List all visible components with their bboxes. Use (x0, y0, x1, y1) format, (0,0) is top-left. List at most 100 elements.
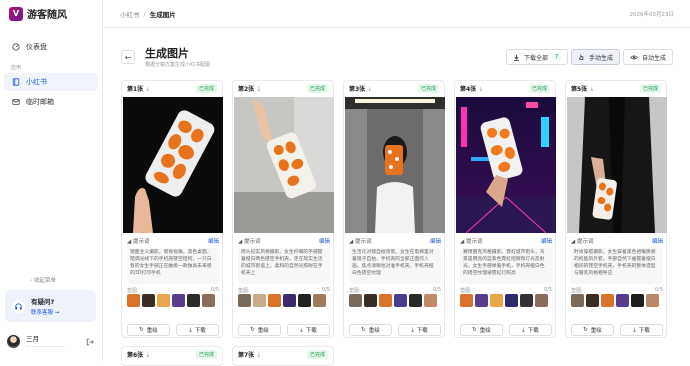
generated-image[interactable] (456, 97, 556, 233)
sidebar-item-temp-email[interactable]: 临时邮箱 (4, 93, 98, 111)
reference-thumbnail[interactable] (172, 294, 185, 307)
edit-prompt-button[interactable]: 编辑 (541, 237, 552, 245)
card-title: 第6张 ↓ (127, 352, 151, 359)
status-badge: 已完成 (195, 350, 217, 359)
reference-thumbnail[interactable] (268, 294, 281, 307)
reference-count: 0/5 (432, 287, 441, 293)
reference-thumbnail[interactable] (379, 294, 392, 307)
generated-image[interactable] (234, 97, 334, 233)
prompt-header: ◢ 提示词 编辑 (238, 237, 330, 245)
edit-prompt-button[interactable]: 编辑 (652, 237, 663, 245)
reference-thumbnail[interactable] (601, 294, 614, 307)
reference-thumbnail[interactable] (475, 294, 488, 307)
reference-thumbnail[interactable] (313, 294, 326, 307)
reference-header: 垫图: 0/5 (349, 287, 441, 294)
download-button[interactable]: ⤓ 下载 (620, 324, 663, 336)
reference-thumbnail[interactable] (520, 294, 533, 307)
page-title: 生成图片 (145, 47, 189, 60)
reference-thumbnail[interactable] (424, 294, 437, 307)
card-title: 第2张 ↓ (238, 86, 262, 93)
image-card: 第2张 ↓ 已完成 ◢ 提示词 编辑 街头纪实风格摄影。女生纤细的手部握着橙白两… (232, 80, 334, 338)
regenerate-button[interactable]: ↻ 重绘 (571, 324, 614, 336)
download-all-button[interactable]: 下载全部 7 (506, 49, 569, 65)
prompt-label: ◢ 提示词 (238, 239, 261, 245)
edit-prompt-button[interactable]: 编辑 (208, 237, 219, 245)
hand-pointer-icon (578, 54, 584, 60)
download-icon: ⤓ (411, 326, 414, 333)
logout-icon[interactable] (86, 338, 94, 346)
status-badge: 已完成 (639, 84, 661, 93)
topbar: 小红书 / 生成图片 2026年03月23日 (104, 0, 690, 28)
sidebar-section-label: 应用 (11, 65, 22, 71)
arrow-left-icon: ← (124, 52, 132, 62)
prompt-text: 赛博朋克风格摄影。霓虹城市街头，背景是明亮的蓝紫色霓虹招牌和灯光反射光，女生手部… (460, 248, 552, 284)
card-title: 第7张 ↓ (238, 352, 262, 359)
reference-thumbnail[interactable] (460, 294, 473, 307)
sidebar-item-xiaohongshu[interactable]: 小红书 (4, 73, 98, 91)
card-title: 第3张 ↓ (349, 86, 373, 93)
reference-thumbnail[interactable] (571, 294, 584, 307)
download-button[interactable]: ⤓ 下载 (287, 324, 330, 336)
regenerate-label: 重绘 (368, 328, 380, 334)
headset-icon (12, 299, 25, 313)
prompt-label: ◢ 提示词 (571, 239, 594, 245)
reference-thumbnail[interactable] (535, 294, 548, 307)
reference-count: 0/5 (321, 287, 330, 293)
prompt-label: ◢ 提示词 (460, 239, 483, 245)
download-icon: ⤓ (633, 326, 636, 333)
help-box[interactable]: 有疑问? 联系客服 → (5, 290, 96, 322)
reference-thumbnail[interactable] (505, 294, 518, 307)
download-button[interactable]: ⤓ 下载 (509, 324, 552, 336)
contact-support-link[interactable]: 联系客服 → (31, 308, 59, 316)
reference-thumbnail[interactable] (586, 294, 599, 307)
avatar (7, 335, 20, 348)
edit-prompt-button[interactable]: 编辑 (319, 237, 330, 245)
reference-thumbnail[interactable] (646, 294, 659, 307)
help-title: 有疑问? (31, 298, 55, 306)
download-icon: ⤓ (300, 326, 303, 333)
reference-thumbnail[interactable] (616, 294, 629, 307)
breadcrumb-xiaohongshu[interactable]: 小红书 (120, 9, 140, 19)
reference-thumbnail[interactable] (202, 294, 215, 307)
reference-thumbnails (571, 294, 659, 307)
reference-thumbnail[interactable] (142, 294, 155, 307)
generated-image[interactable] (123, 97, 223, 233)
dashboard-icon (12, 43, 20, 51)
card-title: 第5张 ↓ (571, 86, 595, 93)
prompt-text: 生活化对镜自拍场景。女生在电梯里对着镜子自拍，手机壳的全部正面均入画，焦点清晰地… (349, 248, 441, 284)
manual-generate-button[interactable]: 手动生成 (571, 49, 621, 65)
reference-thumbnail[interactable] (364, 294, 377, 307)
reference-thumbnail[interactable] (394, 294, 407, 307)
reference-thumbnails (460, 294, 548, 307)
collapse-menu-button[interactable]: ‹ 收起菜单 (30, 276, 56, 284)
breadcrumb: 小红书 / 生成图片 (104, 9, 176, 19)
download-button[interactable]: ⤓ 下载 (176, 324, 219, 336)
reference-thumbnail[interactable] (283, 294, 296, 307)
generated-image[interactable] (567, 97, 667, 233)
app-logo[interactable]: V 游客随风 (9, 6, 67, 21)
regenerate-button[interactable]: ↻ 重绘 (238, 324, 281, 336)
reference-thumbnail[interactable] (127, 294, 140, 307)
reference-thumbnail[interactable] (187, 294, 200, 307)
regenerate-button[interactable]: ↻ 重绘 (349, 324, 392, 336)
reference-thumbnail[interactable] (298, 294, 311, 307)
user-profile[interactable]: 三月 ···································· (7, 333, 66, 350)
prompt-text: 时尚穿搭摄影。女生穿着黑色褶皱质感的机能风外套，手部自然下垂握着橙白相间的镂空手… (571, 248, 663, 284)
chevron-down-icon: ◢ (571, 239, 576, 245)
edit-prompt-button[interactable]: 编辑 (430, 237, 441, 245)
reference-thumbnail[interactable] (349, 294, 362, 307)
back-button[interactable]: ← (121, 50, 135, 64)
reference-thumbnail[interactable] (238, 294, 251, 307)
auto-generate-button[interactable]: 自动生成 (623, 49, 674, 65)
logo-icon: V (9, 6, 23, 21)
regenerate-button[interactable]: ↻ 重绘 (460, 324, 503, 336)
reference-thumbnail[interactable] (157, 294, 170, 307)
reference-thumbnail[interactable] (253, 294, 266, 307)
reference-thumbnail[interactable] (631, 294, 644, 307)
regenerate-button[interactable]: ↻ 重绘 (127, 324, 170, 336)
download-button[interactable]: ⤓ 下载 (398, 324, 441, 336)
reference-thumbnail[interactable] (490, 294, 503, 307)
reference-thumbnail[interactable] (409, 294, 422, 307)
sidebar-item-dashboard[interactable]: 仪表盘 (4, 38, 98, 56)
generated-image[interactable] (345, 97, 445, 233)
